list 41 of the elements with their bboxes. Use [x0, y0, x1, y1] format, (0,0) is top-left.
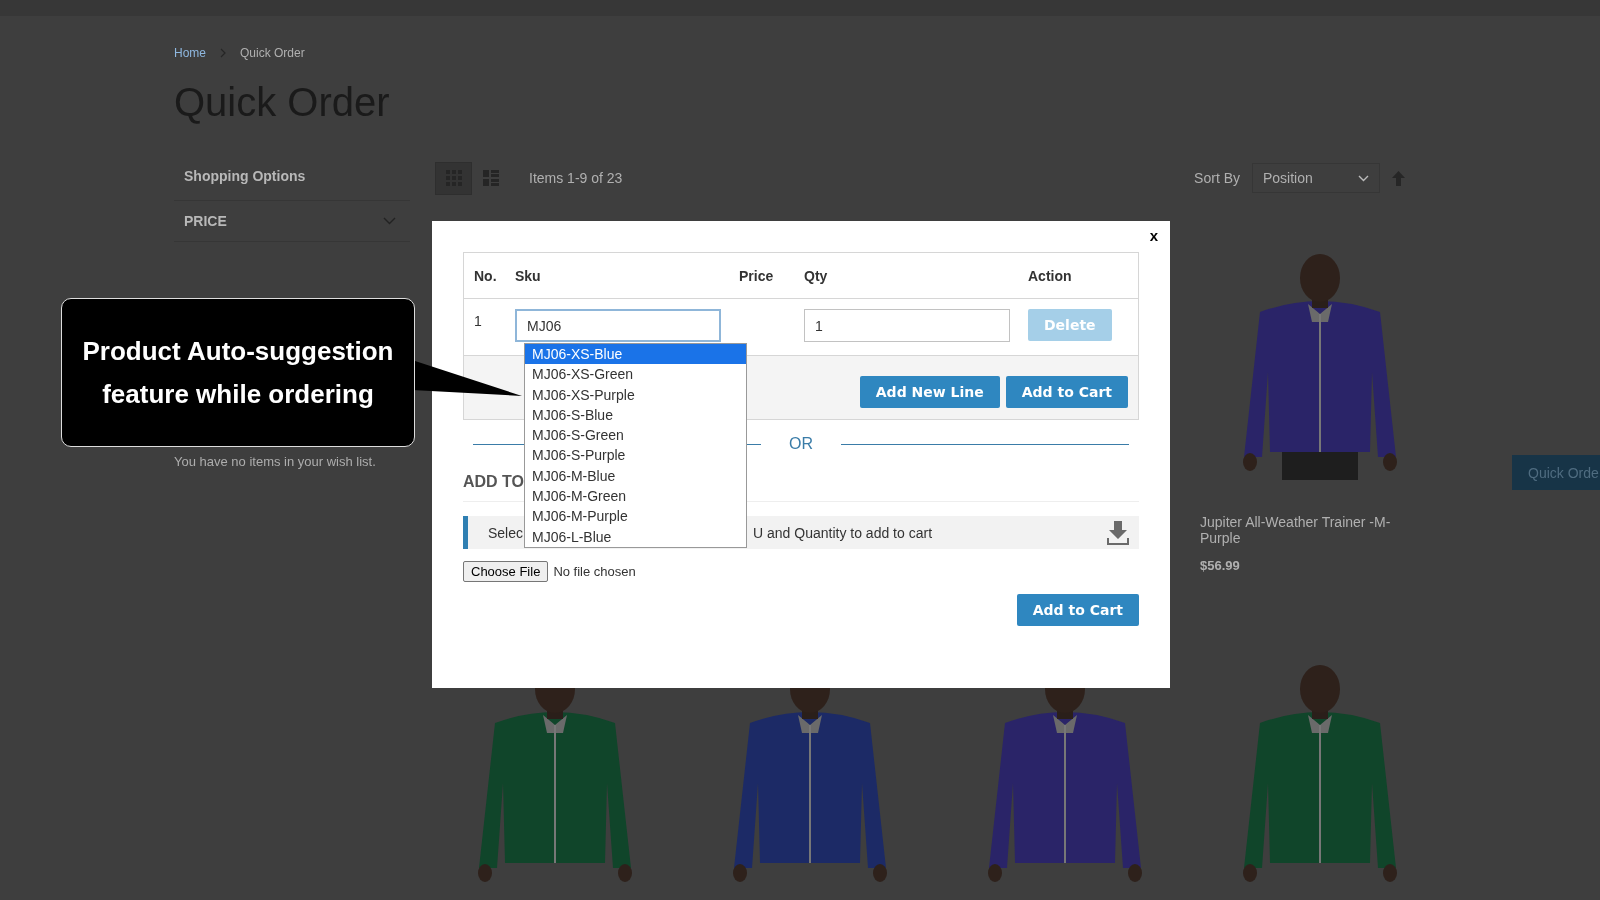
callout-text: Product Auto-suggestion feature while ordering — [61, 298, 415, 447]
chevron-icon — [220, 48, 226, 58]
suggestion-item[interactable]: MJ06-XS-Blue — [525, 344, 746, 365]
hint-text: Selec — [488, 524, 524, 541]
add-to-cart-button[interactable]: Add to Cart — [1016, 594, 1139, 626]
sort-direction-icon[interactable] — [1392, 170, 1405, 186]
chevron-icon — [383, 217, 396, 225]
column-header: No. — [473, 267, 498, 284]
suggestion-item[interactable]: MJ06-XS-Green — [525, 364, 746, 385]
suggestion-item[interactable]: MJ06-M-Purple — [525, 506, 746, 527]
or-divider-text: OR — [789, 435, 813, 453]
close-button[interactable]: x — [1145, 225, 1162, 246]
download-icon[interactable] — [1107, 520, 1129, 545]
column-header: Action — [1028, 267, 1072, 284]
product-price: $56.99 — [1200, 558, 1241, 573]
suggestion-item[interactable]: MJ06-XS-Purple — [525, 384, 746, 405]
suggestion-item[interactable]: MJ06-S-Blue — [525, 404, 746, 426]
add-line-button[interactable]: Add New Line — [859, 376, 1000, 408]
list-icon — [482, 170, 499, 186]
line-number: 1 — [473, 312, 483, 329]
breadcrumb-link[interactable]: Home — [174, 46, 206, 60]
add-to-cart-button[interactable]: Add to Cart — [1005, 376, 1128, 408]
wishlist-text: You have no items in your wish list. — [174, 454, 377, 469]
suggestion-item[interactable]: MJ06-L-Blue — [525, 526, 746, 547]
sort-select[interactable]: Position — [1252, 163, 1380, 193]
suggestion-item[interactable]: MJ06-S-Purple — [525, 445, 746, 466]
suggestion-item[interactable]: MJ06-S-Green — [525, 425, 746, 446]
filter-toggle[interactable]: PRICE — [174, 200, 410, 242]
choose-file-button[interactable]: Choose File — [463, 561, 549, 582]
hint-text: U and Quantity to add to cart — [753, 524, 933, 541]
chevron-icon — [1358, 174, 1369, 182]
column-header: Sku — [515, 267, 542, 284]
column-header: Price — [739, 267, 775, 284]
sort-label: Sort By — [1194, 170, 1240, 186]
file-status: No file chosen — [553, 564, 636, 579]
product-name[interactable]: Jupiter All-Weather Trainer -M-Purple — [1200, 514, 1400, 546]
column-header: Qty — [804, 267, 829, 284]
breadcrumb-current: Quick Order — [240, 46, 305, 60]
sidebar-title: Shopping Options — [183, 167, 307, 186]
items-count: Items 1-9 of 23 — [529, 170, 623, 186]
grid-view-button[interactable] — [435, 161, 472, 195]
